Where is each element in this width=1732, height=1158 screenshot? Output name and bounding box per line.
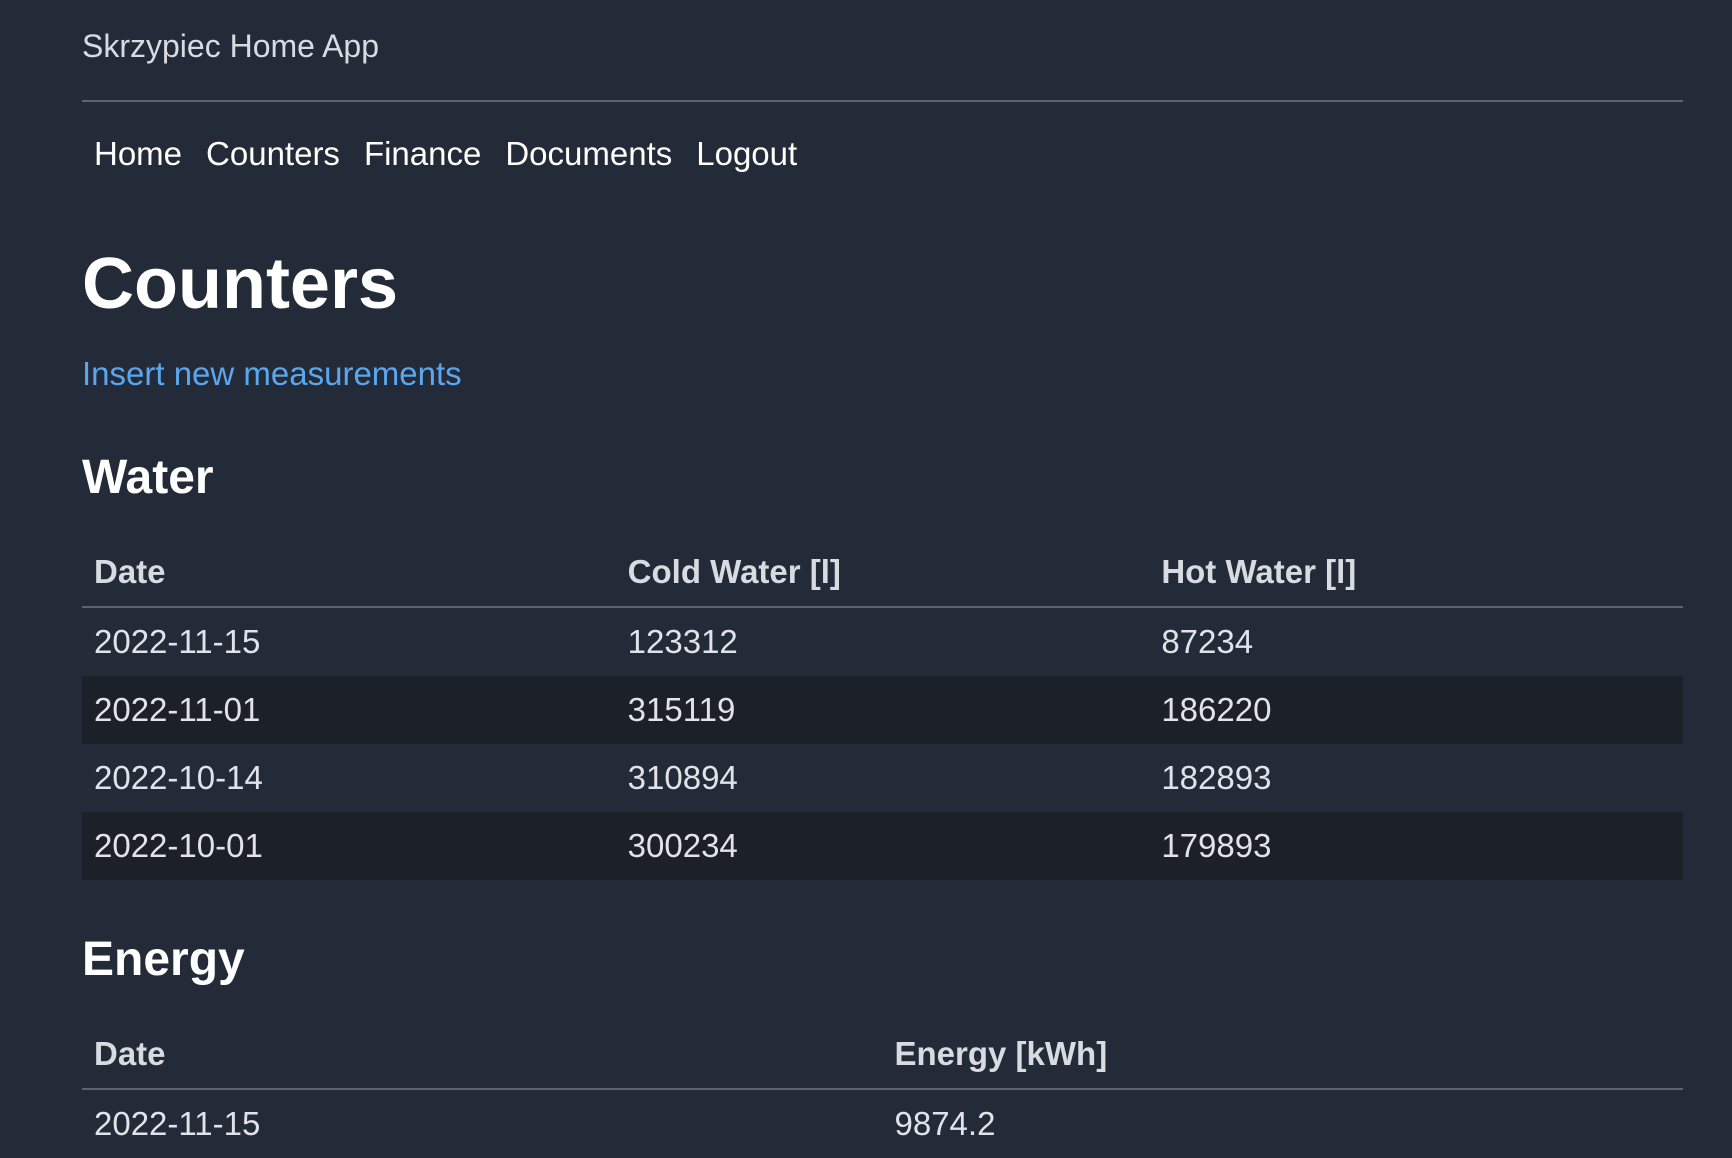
table-row: 2022-10-14 310894 182893 <box>82 744 1683 812</box>
water-header-date: Date <box>82 538 616 608</box>
water-table: Date Cold Water [l] Hot Water [l] 2022-1… <box>82 538 1683 880</box>
main-nav: Home Counters Finance Documents Logout <box>82 134 1683 174</box>
table-row: 2022-11-01 315119 186220 <box>82 676 1683 744</box>
water-table-header-row: Date Cold Water [l] Hot Water [l] <box>82 538 1683 608</box>
water-cell-cold: 300234 <box>615 812 1150 880</box>
water-cell-date: 2022-11-15 <box>94 623 261 660</box>
nav-finance[interactable]: Finance <box>352 134 493 174</box>
nav-logout[interactable]: Logout <box>684 134 809 174</box>
water-cell-cold: 123312 <box>627 623 738 660</box>
water-cell-hot: 182893 <box>1161 759 1272 796</box>
page-title: Counters <box>82 244 399 324</box>
water-cell-cold: 315119 <box>615 676 1150 744</box>
table-row: 2022-11-15 123312 87234 <box>82 607 1683 676</box>
water-cell-date: 2022-10-01 <box>82 812 616 880</box>
water-section-title: Water <box>82 451 214 504</box>
energy-cell-date: 2022-11-15 <box>94 1105 261 1142</box>
energy-header-date: Date <box>82 1020 883 1090</box>
energy-table-header-row: Date Energy [kWh] <box>82 1020 1683 1090</box>
nav-counters[interactable]: Counters <box>194 134 352 174</box>
energy-cell-kwh: 9874.2 <box>894 1105 996 1142</box>
water-header-cold: Cold Water [l] <box>615 538 1150 608</box>
header-divider <box>82 100 1683 102</box>
water-cell-hot: 87234 <box>1161 623 1254 660</box>
energy-header-kwh: Energy [kWh] <box>882 1020 1683 1090</box>
table-row: 2022-11-15 9874.2 <box>82 1089 1683 1158</box>
nav-home[interactable]: Home <box>82 134 194 174</box>
app-brand[interactable]: Skrzypiec Home App <box>82 0 1683 72</box>
water-cell-cold: 310894 <box>627 759 738 796</box>
water-cell-hot: 186220 <box>1149 676 1683 744</box>
energy-section-title: Energy <box>82 933 245 986</box>
insert-measurements-link[interactable]: Insert new measurements <box>82 354 462 394</box>
page-container: Skrzypiec Home App Home Counters Finance… <box>82 0 1683 1158</box>
energy-table: Date Energy [kWh] 2022-11-15 9874.2 <box>82 1020 1683 1158</box>
water-header-hot: Hot Water [l] <box>1149 538 1683 608</box>
water-cell-date: 2022-11-01 <box>82 676 616 744</box>
water-cell-hot: 179893 <box>1149 812 1683 880</box>
nav-documents[interactable]: Documents <box>493 134 684 174</box>
water-cell-date: 2022-10-14 <box>94 759 263 796</box>
table-row: 2022-10-01 300234 179893 <box>82 812 1683 880</box>
